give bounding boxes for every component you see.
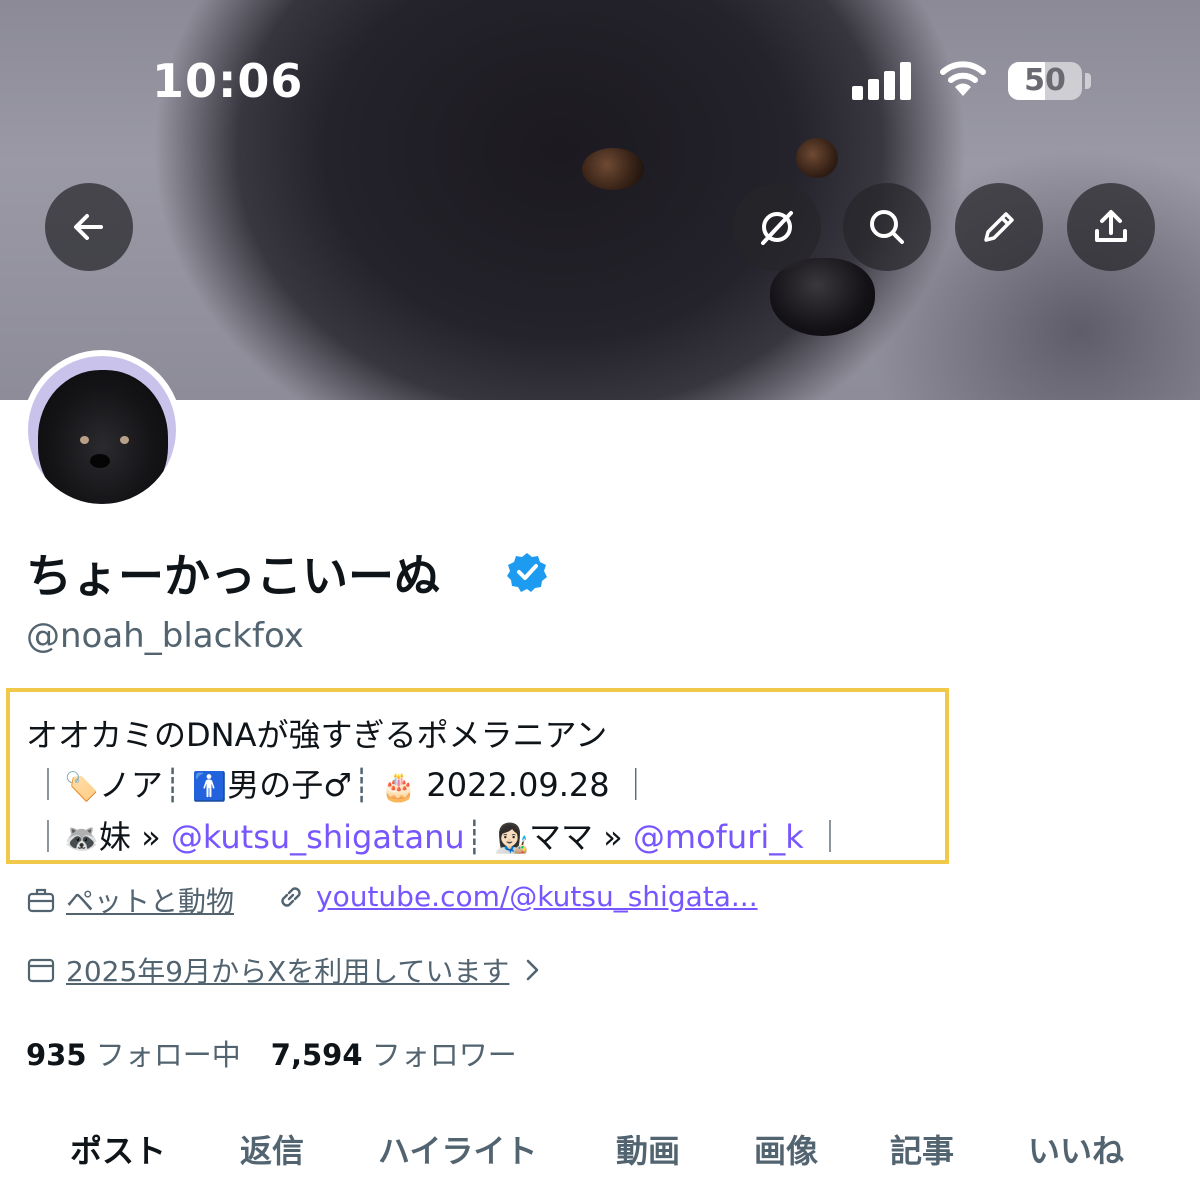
link-icon: [281, 886, 301, 907]
avatar-image: [28, 356, 176, 504]
avatar-dog: [38, 370, 168, 504]
avatar-nose: [90, 454, 110, 468]
category-label[interactable]: ペットと動物: [66, 880, 234, 920]
verified-badge-icon[interactable]: [506, 551, 548, 593]
bio-line-2: ｜🏷️ノア┊ 🚹男の子♂┊ 🎂 2022.09.28 ｜: [32, 760, 652, 806]
mama-label: ママ »: [528, 818, 623, 856]
follow-counts: 935 フォロー中 7,594 フォロワー: [26, 1032, 547, 1074]
name-tag-icon: 🏷️: [64, 770, 99, 803]
followers-link[interactable]: 7,594 フォロワー: [271, 1038, 547, 1072]
tab-posts[interactable]: ポスト: [70, 1126, 166, 1172]
bio-separator: ｜: [619, 766, 652, 804]
tab-articles[interactable]: 記事: [890, 1126, 954, 1172]
bio-line-3: ｜🦝妹 » @kutsu_shigatanu┊ 👩🏻‍🎨ママ » @mofuri…: [32, 812, 846, 858]
tab-highlights[interactable]: ハイライト: [378, 1126, 537, 1172]
dog-gender: 男の子♂: [227, 766, 352, 804]
display-name: ちょーかっこいーぬ: [26, 549, 440, 603]
grok-icon: [761, 211, 793, 245]
wifi-icon: [940, 61, 986, 96]
bio-separator: ｜: [32, 818, 65, 856]
tab-videos[interactable]: 動画: [616, 1126, 680, 1172]
share-icon: [1095, 210, 1127, 242]
bio-line-1: オオカミのDNAが強すぎるポメラニアン: [26, 716, 608, 754]
edit-icon: [984, 212, 1014, 242]
sister-label: 妹 »: [98, 818, 161, 856]
chevron-right-icon: [527, 959, 539, 981]
website-link[interactable]: youtube.com/@kutsu_shigata...: [316, 880, 758, 913]
back-button[interactable]: [45, 183, 133, 271]
bio-separator: ｜: [813, 818, 846, 856]
following-link[interactable]: 935 フォロー中: [26, 1038, 271, 1072]
briefcase-icon: [27, 888, 55, 913]
profile-tabs: ポスト 返信 ハイライト 動画 画像 記事 いいね: [0, 1120, 1200, 1180]
battery-tip: [1085, 73, 1091, 89]
followers-count: 7,594: [270, 1038, 363, 1072]
grok-button[interactable]: [733, 183, 821, 271]
raccoon-icon: 🦝: [64, 822, 99, 855]
banner-dog-eye-right: [796, 138, 838, 178]
following-label: フォロー中: [95, 1038, 241, 1072]
sister-mention-link[interactable]: @kutsu_shigatanu: [171, 818, 465, 856]
back-arrow-icon: [74, 214, 103, 240]
bio-separator: ┊: [162, 766, 183, 804]
avatar-eye-left: [80, 436, 89, 444]
bio-separator: ┊: [351, 766, 372, 804]
male-sign-icon: 🚹: [192, 770, 228, 803]
search-icon: [870, 210, 904, 244]
edit-button[interactable]: [955, 183, 1043, 271]
battery-icon: 50: [1008, 62, 1082, 100]
profile-website[interactable]: youtube.com/@kutsu_shigata...: [276, 880, 758, 913]
profile-category[interactable]: ペットと動物: [26, 880, 234, 920]
battery-level: 50: [1024, 63, 1066, 98]
bio-separator: ｜: [32, 766, 65, 804]
profile-joined[interactable]: 2025年9月からXを利用しています: [26, 950, 557, 990]
status-time: 10:06: [152, 54, 304, 108]
artist-icon: 👩🏻‍🎨: [494, 822, 529, 855]
share-button[interactable]: [1067, 183, 1155, 271]
tab-replies[interactable]: 返信: [240, 1126, 304, 1172]
search-button[interactable]: [843, 183, 931, 271]
birthday-cake-icon: 🎂: [381, 770, 417, 803]
mama-mention-link[interactable]: @mofuri_k: [633, 818, 804, 856]
cellular-signal-icon: [852, 62, 912, 100]
joined-date[interactable]: 2025年9月からXを利用しています: [66, 950, 509, 990]
user-handle: @noah_blackfox: [26, 616, 304, 656]
followers-label: フォロワー: [371, 1038, 517, 1072]
banner-dog-eye-left: [582, 148, 644, 190]
dog-name: ノア: [98, 766, 163, 804]
avatar-eye-right: [120, 436, 129, 444]
tab-images[interactable]: 画像: [754, 1126, 818, 1172]
following-count: 935: [26, 1038, 87, 1072]
tab-likes[interactable]: いいね: [1028, 1126, 1124, 1172]
calendar-icon: [27, 958, 55, 983]
profile-avatar[interactable]: [22, 350, 182, 510]
bio-separator: ┊: [464, 818, 484, 856]
dog-birthday: 2022.09.28: [426, 766, 610, 804]
